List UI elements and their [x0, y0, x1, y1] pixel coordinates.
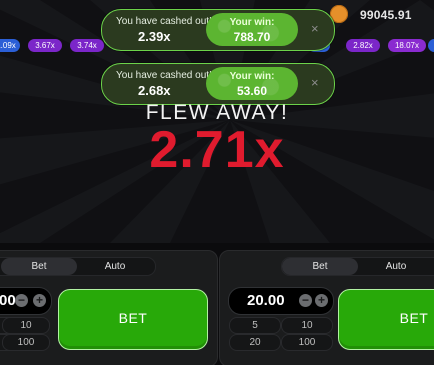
- history-pill: 18.07x: [388, 39, 426, 52]
- plus-icon[interactable]: +: [315, 294, 328, 307]
- bet-amount: 00: [0, 292, 16, 309]
- win-label: Your win:: [229, 17, 275, 28]
- bet-mode-toggle: Bet Auto: [281, 257, 434, 276]
- tab-auto[interactable]: Auto: [77, 258, 153, 275]
- history-pill: [428, 39, 434, 52]
- bet-button-label: BET: [399, 310, 429, 326]
- history-pill: 3.67x: [28, 39, 62, 52]
- tab-bet[interactable]: Bet: [1, 258, 77, 275]
- cashout-toast: You have cashed out! 2.39x Your win: 788…: [101, 9, 335, 51]
- bet-button[interactable]: BET: [58, 289, 208, 350]
- minus-icon[interactable]: −: [15, 294, 28, 307]
- tab-bet[interactable]: Bet: [282, 258, 358, 275]
- close-icon[interactable]: ×: [311, 75, 319, 90]
- bet-mode-toggle: Bet Auto: [0, 257, 156, 276]
- balance-amount: 99045.91: [360, 8, 412, 22]
- quick-amount-button[interactable]: 5: [229, 317, 281, 334]
- bet-amount-field[interactable]: 20.00 − +: [228, 287, 334, 315]
- tab-auto[interactable]: Auto: [358, 258, 434, 275]
- win-badge: Your win: 53.60: [206, 67, 298, 100]
- bet-button[interactable]: BET: [338, 289, 434, 350]
- toast-multiplier: 2.68x: [138, 83, 171, 98]
- quick-amount-button[interactable]: 10: [281, 317, 333, 334]
- toast-message: You have cashed out!: [116, 16, 212, 27]
- crash-multiplier: 2.71x: [149, 121, 285, 179]
- win-amount: 53.60: [236, 84, 268, 98]
- win-badge: Your win: 788.70: [206, 13, 298, 46]
- history-pill: 1.09x: [0, 39, 20, 52]
- history-pill: 2.82x: [346, 39, 380, 52]
- quick-amount-button[interactable]: 10: [2, 317, 50, 334]
- close-icon[interactable]: ×: [311, 21, 319, 36]
- win-label: Your win:: [229, 71, 275, 82]
- toast-multiplier: 2.39x: [138, 29, 171, 44]
- bet-amount-field[interactable]: 00 − +: [0, 287, 52, 315]
- bet-amount: 20.00: [247, 292, 285, 309]
- minus-icon[interactable]: −: [299, 294, 312, 307]
- plus-icon[interactable]: +: [33, 294, 46, 307]
- bet-button-label: BET: [118, 310, 148, 326]
- history-pill: 3.74x: [70, 39, 104, 52]
- game-screen: 99045.91 1.09x 3.67x 3.74x 0x 2.82x 18.0…: [0, 0, 434, 365]
- quick-amount-button[interactable]: 20: [229, 334, 281, 351]
- win-amount: 788.70: [233, 30, 271, 44]
- quick-amount-button[interactable]: 100: [281, 334, 333, 351]
- quick-amount-button[interactable]: 100: [2, 334, 50, 351]
- toast-message: You have cashed out!: [116, 70, 212, 81]
- cashout-toast: You have cashed out! 2.68x Your win: 53.…: [101, 63, 335, 105]
